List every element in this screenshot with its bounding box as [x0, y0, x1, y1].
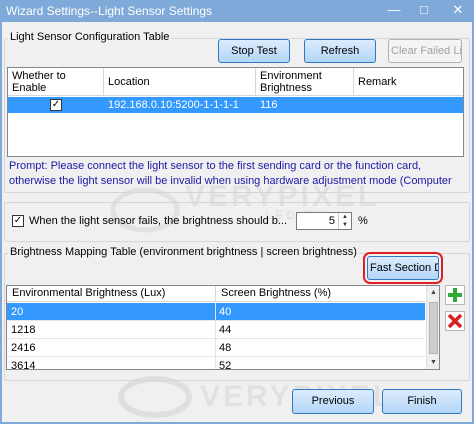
stop-test-button[interactable]: Stop Test — [218, 39, 290, 63]
spinner-arrows-icon[interactable]: ▲ ▼ — [338, 213, 351, 229]
add-row-button[interactable] — [445, 285, 465, 305]
mapping-group-label: Brightness Mapping Table (environment br… — [8, 246, 359, 258]
location-cell: 192.168.0.10:5200-1-1-1-1 — [108, 99, 239, 111]
minimize-button[interactable]: — — [380, 0, 408, 22]
clear-failed-button[interactable]: Clear Failed Li... — [388, 39, 462, 63]
table-row[interactable]: 20 40 — [7, 303, 425, 321]
fail-setting-label: When the light sensor fails, the brightn… — [29, 215, 288, 227]
cell-divider — [215, 303, 216, 321]
column-header-env-brightness[interactable]: Environmental Brightness (Lux) — [7, 286, 216, 302]
sensor-config-group-label: Light Sensor Configuration Table — [8, 31, 172, 43]
fail-brightness-spinner[interactable]: 5 ▲ ▼ — [296, 212, 352, 230]
green-plus-icon — [448, 288, 462, 302]
scroll-thumb[interactable] — [429, 302, 438, 354]
mapping-scrollbar[interactable]: ▲ ▼ — [426, 286, 439, 369]
column-header-screen-brightness[interactable]: Screen Brightness (%) — [216, 286, 425, 302]
column-header-brightness[interactable]: Environment Brightness — [256, 68, 354, 96]
maximize-button[interactable]: □ — [410, 0, 438, 22]
mapping-table: Environmental Brightness (Lux) Screen Br… — [6, 285, 440, 370]
screen-cell: 44 — [219, 324, 232, 336]
enable-checkbox[interactable]: ✓ — [50, 99, 62, 111]
env-cell: 2416 — [11, 342, 36, 354]
table-row[interactable]: ✓ 192.168.0.10:5200-1-1-1-1 116 — [8, 97, 463, 113]
cell-divider — [215, 339, 216, 357]
screen-cell: 48 — [219, 342, 232, 354]
scroll-down-icon[interactable]: ▼ — [427, 356, 439, 369]
previous-button[interactable]: Previous — [292, 389, 374, 414]
fail-setting-checkbox[interactable]: ✓ — [12, 215, 24, 227]
column-header-remark[interactable]: Remark — [354, 68, 463, 96]
table-row[interactable]: 3614 52 — [7, 357, 425, 370]
table-row[interactable]: 2416 48 — [7, 339, 425, 357]
env-cell: 3614 — [11, 360, 36, 370]
scroll-up-icon[interactable]: ▲ — [427, 286, 439, 300]
window-title: Wizard Settings--Light Sensor Settings — [6, 4, 213, 18]
table-row[interactable]: 1218 44 — [7, 321, 425, 339]
sensor-table: Whether to Enable Location Environment B… — [7, 67, 464, 157]
column-header-location[interactable]: Location — [104, 68, 256, 96]
env-cell: 1218 — [11, 324, 36, 336]
screen-cell: 52 — [219, 360, 232, 370]
fail-brightness-value[interactable]: 5 — [329, 215, 335, 227]
env-cell: 20 — [11, 306, 24, 318]
prompt-message: Prompt: Please connect the light sensor … — [9, 160, 452, 187]
fast-section-button[interactable]: Fast Section D... — [363, 252, 443, 284]
red-x-icon — [447, 313, 463, 329]
close-button[interactable]: ✕ — [442, 0, 474, 22]
screen-cell: 40 — [219, 306, 232, 318]
cell-divider — [215, 321, 216, 339]
remove-row-button[interactable] — [445, 311, 465, 331]
cell-divider — [215, 357, 216, 369]
column-header-enable[interactable]: Whether to Enable — [8, 68, 104, 96]
refresh-button[interactable]: Refresh — [304, 39, 376, 63]
prompt-text: Prompt: Please connect the light sensor … — [9, 159, 469, 189]
percent-unit: % — [358, 215, 368, 227]
brightness-cell: 116 — [260, 99, 278, 111]
finish-button[interactable]: Finish — [382, 389, 462, 414]
title-bar: Wizard Settings--Light Sensor Settings —… — [0, 0, 474, 22]
